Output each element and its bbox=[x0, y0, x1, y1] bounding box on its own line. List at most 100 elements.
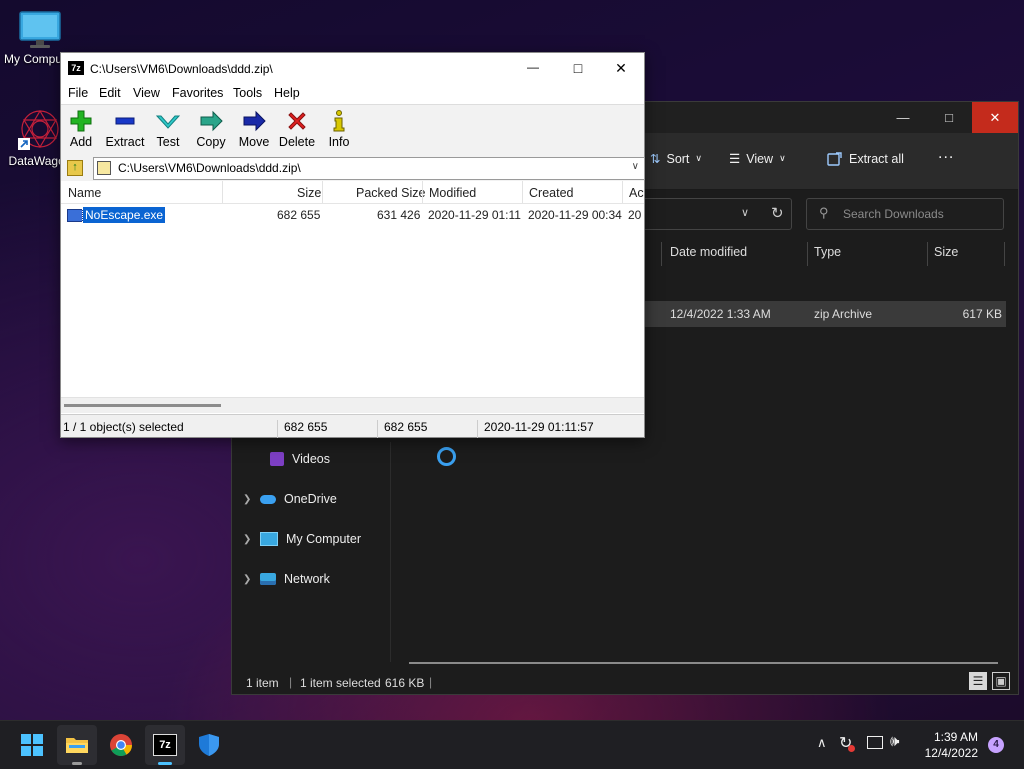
nav-item-videos[interactable]: Videos bbox=[270, 452, 330, 466]
menu-bar: File Edit View Favorites Tools Help bbox=[61, 84, 644, 104]
clock-time: 1:39 AM bbox=[933, 730, 978, 744]
folder-icon bbox=[66, 738, 88, 753]
clock-date: 12/4/2022 bbox=[924, 746, 978, 760]
file-size: 682 655 bbox=[277, 208, 321, 222]
explorer-address-bar[interactable]: ∨ ↻ bbox=[640, 198, 792, 230]
7zip-titlebar[interactable]: 7z C:\Users\VM6\Downloads\ddd.zip\ — □ ✕ bbox=[61, 53, 644, 84]
column-header-size[interactable]: Size bbox=[297, 186, 321, 200]
scrollbar-thumb[interactable] bbox=[64, 404, 221, 407]
file-list-header: Name Size Packed Size Modified Created A… bbox=[61, 181, 644, 204]
close-button[interactable]: ✕ bbox=[972, 102, 1018, 133]
taskbar-chrome[interactable] bbox=[101, 725, 141, 765]
taskbar-windows-security[interactable] bbox=[189, 725, 229, 765]
menu-file[interactable]: File bbox=[68, 86, 88, 100]
minimize-button[interactable]: — bbox=[880, 102, 926, 133]
file-created: 2020-11-29 00:34 bbox=[528, 208, 622, 222]
extract-all-button[interactable]: Extract all bbox=[827, 151, 904, 167]
7zip-status-bar: 1 / 1 object(s) selected 682 655 682 655… bbox=[61, 414, 644, 438]
minimize-button[interactable]: — bbox=[510, 53, 556, 84]
column-header-packed-size[interactable]: Packed Size bbox=[356, 186, 425, 200]
tiles-view-button[interactable]: ▣ bbox=[992, 672, 1010, 690]
volume-icon[interactable]: 🕪 bbox=[890, 733, 899, 750]
archive-icon bbox=[97, 161, 111, 175]
extract-button[interactable]: Extract bbox=[101, 109, 149, 149]
monitor-icon bbox=[260, 532, 278, 546]
row-type: zip Archive bbox=[814, 307, 873, 321]
nav-item-network[interactable]: Network bbox=[260, 572, 330, 586]
explorer-search-box[interactable]: ⚲ Search Downloads bbox=[806, 198, 1004, 230]
status-selected: 1 item selected bbox=[300, 676, 381, 690]
file-name[interactable]: NoEscape.exe bbox=[81, 206, 167, 224]
file-packed-size: 631 426 bbox=[377, 208, 421, 222]
taskbar-file-explorer[interactable] bbox=[57, 725, 97, 765]
move-button[interactable]: Move bbox=[230, 109, 278, 149]
info-button[interactable]: Info bbox=[315, 109, 363, 149]
notification-badge[interactable]: 4 bbox=[988, 737, 1004, 753]
maximize-button[interactable]: □ bbox=[555, 53, 601, 84]
chevron-right-icon[interactable]: ❯ bbox=[243, 534, 251, 545]
arrow-right-icon bbox=[243, 110, 266, 132]
more-options-button[interactable]: ... bbox=[938, 145, 954, 163]
sort-button[interactable]: ⇅ Sort ∨ bbox=[650, 151, 703, 167]
status-selected-size: 616 KB bbox=[385, 676, 425, 690]
nav-item-my-computer[interactable]: My Computer bbox=[260, 532, 361, 546]
7zip-window[interactable]: 7z C:\Users\VM6\Downloads\ddd.zip\ — □ ✕… bbox=[60, 52, 645, 438]
copy-button[interactable]: Copy bbox=[187, 109, 235, 149]
info-icon bbox=[333, 110, 345, 132]
start-button[interactable] bbox=[12, 725, 52, 765]
details-view-button[interactable]: ☰ bbox=[969, 672, 987, 690]
clock[interactable]: 1:39 AM 12/4/2022 bbox=[914, 729, 978, 761]
delete-x-icon bbox=[288, 112, 306, 130]
horizontal-scrollbar[interactable] bbox=[409, 662, 998, 664]
view-button[interactable]: ☰ View ∨ bbox=[729, 151, 786, 167]
taskbar-7zip[interactable]: 7z bbox=[145, 725, 185, 765]
chevron-right-icon[interactable]: ❯ bbox=[243, 574, 251, 585]
network-icon[interactable] bbox=[867, 736, 883, 749]
delete-button[interactable]: Delete bbox=[273, 109, 321, 149]
menu-favorites[interactable]: Favorites bbox=[172, 86, 223, 100]
7zip-path-combobox[interactable]: C:\Users\VM6\Downloads\ddd.zip\ ∨ bbox=[93, 157, 645, 180]
cloud-icon bbox=[260, 494, 276, 504]
windows-logo-icon bbox=[21, 734, 43, 756]
column-header-accessed[interactable]: Ac bbox=[629, 186, 644, 200]
loading-spinner-icon bbox=[437, 447, 456, 466]
horizontal-scrollbar[interactable] bbox=[61, 397, 644, 413]
column-header-modified[interactable]: Modified bbox=[429, 186, 476, 200]
column-header-type[interactable]: Type bbox=[814, 245, 841, 259]
status-modified: 2020-11-29 01:11:57 bbox=[484, 420, 594, 434]
plus-icon bbox=[70, 110, 92, 132]
7zip-app-icon: 7z bbox=[68, 61, 84, 75]
column-header-date-modified[interactable]: Date modified bbox=[670, 245, 747, 259]
videos-icon bbox=[270, 452, 284, 466]
search-icon: ⚲ bbox=[819, 205, 829, 220]
shield-icon bbox=[199, 734, 219, 756]
menu-help[interactable]: Help bbox=[274, 86, 300, 100]
7zip-address-row: ↑ C:\Users\VM6\Downloads\ddd.zip\ ∨ bbox=[61, 155, 645, 181]
column-header-name[interactable]: Name bbox=[68, 186, 101, 200]
up-folder-icon[interactable]: ↑ bbox=[67, 160, 83, 176]
maximize-button[interactable]: □ bbox=[926, 102, 972, 133]
show-hidden-icons-chevron-icon[interactable]: ∧ bbox=[817, 735, 827, 751]
chevron-down-icon[interactable]: ∨ bbox=[632, 161, 639, 172]
nav-item-onedrive[interactable]: OneDrive bbox=[260, 492, 337, 506]
menu-edit[interactable]: Edit bbox=[99, 86, 121, 100]
checkmark-icon bbox=[156, 115, 180, 129]
column-header-created[interactable]: Created bbox=[529, 186, 573, 200]
menu-view[interactable]: View bbox=[133, 86, 160, 100]
status-size: 682 655 bbox=[284, 420, 328, 434]
add-button[interactable]: Add bbox=[57, 109, 105, 149]
column-header-size[interactable]: Size bbox=[934, 245, 958, 259]
minus-icon bbox=[115, 117, 135, 125]
table-row[interactable]: 12/4/2022 1:33 AM zip Archive 617 KB bbox=[629, 301, 1006, 327]
chevron-right-icon[interactable]: ❯ bbox=[243, 494, 251, 505]
window-title: C:\Users\VM6\Downloads\ddd.zip\ bbox=[90, 62, 273, 76]
chevron-down-icon[interactable]: ∨ bbox=[741, 206, 749, 219]
refresh-icon[interactable]: ↻ bbox=[771, 204, 784, 222]
search-placeholder: Search Downloads bbox=[843, 207, 944, 221]
close-button[interactable]: ✕ bbox=[598, 53, 644, 84]
chevron-down-icon: ∨ bbox=[695, 153, 703, 163]
taskbar: 7z ∧ ↻ 🕪 1:39 AM 12/4/2022 4 bbox=[0, 720, 1024, 769]
test-button[interactable]: Test bbox=[144, 109, 192, 149]
row-size: 617 KB bbox=[962, 307, 1002, 321]
menu-tools[interactable]: Tools bbox=[233, 86, 262, 100]
